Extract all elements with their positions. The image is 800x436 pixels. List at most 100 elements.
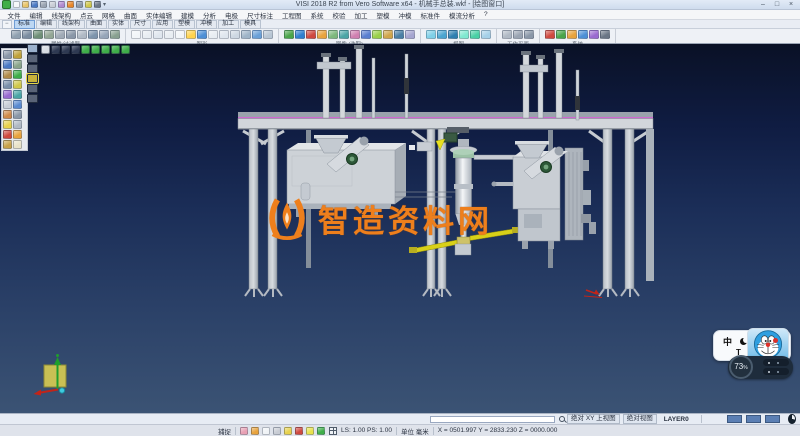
view-icon[interactable] bbox=[81, 45, 90, 54]
ribbon-icon[interactable] bbox=[306, 30, 316, 39]
dock-icon[interactable] bbox=[3, 130, 12, 139]
toolbar-tab[interactable]: 模具 bbox=[240, 20, 261, 29]
ribbon-icon[interactable] bbox=[383, 30, 393, 39]
strip-icon[interactable] bbox=[27, 94, 38, 103]
ribbon-icon[interactable] bbox=[437, 30, 447, 39]
ime-mini-button[interactable] bbox=[763, 368, 789, 375]
ribbon-icon[interactable] bbox=[252, 30, 262, 39]
ribbon-icon[interactable] bbox=[600, 30, 610, 39]
color-swatch[interactable] bbox=[746, 415, 761, 423]
ribbon-icon[interactable] bbox=[22, 30, 32, 39]
ribbon-icon[interactable] bbox=[459, 30, 469, 39]
dock-icon[interactable] bbox=[3, 100, 12, 109]
ribbon-icon[interactable] bbox=[339, 30, 349, 39]
toolbar-tab[interactable]: 冲模 bbox=[196, 20, 217, 29]
ribbon-icon[interactable] bbox=[219, 30, 229, 39]
quick-access-icon[interactable] bbox=[31, 1, 38, 8]
toolbar-tab[interactable]: 标准 bbox=[14, 20, 35, 29]
ribbon-icon[interactable] bbox=[426, 30, 436, 39]
ribbon-icon[interactable] bbox=[524, 30, 534, 39]
toolbar-tab[interactable]: 应用 bbox=[152, 20, 173, 29]
dock-icon[interactable] bbox=[13, 120, 22, 129]
strip-icon[interactable] bbox=[27, 84, 38, 93]
ribbon-icon[interactable] bbox=[545, 30, 555, 39]
ribbon-icon[interactable] bbox=[567, 30, 577, 39]
menu-item[interactable]: 冲模 bbox=[394, 10, 416, 20]
view-icon[interactable] bbox=[71, 45, 80, 54]
maximize-button[interactable]: □ bbox=[773, 0, 781, 9]
menu-item[interactable]: 分析 bbox=[199, 10, 221, 20]
ribbon-icon[interactable] bbox=[481, 30, 491, 39]
dock-icon[interactable] bbox=[13, 70, 22, 79]
ribbon-icon[interactable] bbox=[11, 30, 21, 39]
menu-item[interactable]: 文件 bbox=[3, 10, 25, 20]
quick-access-icon[interactable] bbox=[76, 1, 83, 8]
ribbon-icon[interactable] bbox=[470, 30, 480, 39]
ribbon-icon[interactable] bbox=[394, 30, 404, 39]
menu-item[interactable]: 电极 bbox=[221, 10, 243, 20]
view-icon[interactable] bbox=[121, 45, 130, 54]
snap-toggle-icon[interactable] bbox=[273, 427, 281, 435]
units-field[interactable]: 单位 毫米 bbox=[401, 426, 429, 436]
moon-icon[interactable] bbox=[740, 338, 747, 345]
snap-toggle-icon[interactable] bbox=[306, 427, 314, 435]
view-icon[interactable] bbox=[41, 45, 50, 54]
search-icon[interactable] bbox=[558, 415, 564, 423]
dock-icon[interactable] bbox=[3, 90, 12, 99]
dock-icon[interactable] bbox=[13, 130, 22, 139]
quick-access-icon[interactable] bbox=[13, 1, 20, 8]
ribbon-icon[interactable] bbox=[55, 30, 65, 39]
toolbar-tab[interactable]: 尺寸 bbox=[130, 20, 151, 29]
view-ref-field[interactable]: 绝对视图 bbox=[623, 414, 657, 424]
menu-item[interactable]: 网格 bbox=[98, 10, 120, 20]
ribbon-icon[interactable] bbox=[208, 30, 218, 39]
color-swatch[interactable] bbox=[765, 415, 780, 423]
view-icon[interactable] bbox=[61, 45, 70, 54]
strip-icon[interactable] bbox=[27, 74, 38, 83]
dock-icon[interactable] bbox=[13, 60, 22, 69]
view-icon[interactable] bbox=[111, 45, 120, 54]
color-swatch[interactable] bbox=[727, 415, 742, 423]
menu-item[interactable]: 点云 bbox=[76, 10, 98, 20]
menu-item[interactable]: 加工 bbox=[350, 10, 372, 20]
pie-indicator-icon[interactable] bbox=[788, 414, 796, 424]
toolbar-tab[interactable]: 曲面 bbox=[86, 20, 107, 29]
quick-access-icon[interactable] bbox=[58, 1, 65, 8]
ribbon-icon[interactable] bbox=[241, 30, 251, 39]
ribbon-icon[interactable] bbox=[99, 30, 109, 39]
menu-item[interactable]: 建模 bbox=[177, 10, 199, 20]
quick-access-icon[interactable] bbox=[22, 1, 29, 8]
ime-widget[interactable]: 73% bbox=[728, 356, 793, 379]
quick-access-icon[interactable] bbox=[49, 1, 56, 8]
menu-item[interactable]: 编辑 bbox=[25, 10, 47, 20]
snap-toggle-icon[interactable] bbox=[251, 427, 259, 435]
dock-icon[interactable] bbox=[3, 140, 12, 149]
layer-field[interactable]: LAYER0 bbox=[664, 416, 689, 423]
toolbar-tab[interactable]: 编辑 bbox=[36, 20, 57, 29]
ribbon-icon[interactable] bbox=[556, 30, 566, 39]
menu-item[interactable]: 塑模 bbox=[372, 10, 394, 20]
ribbon-icon[interactable] bbox=[263, 30, 273, 39]
ribbon-icon[interactable] bbox=[317, 30, 327, 39]
quick-access-icon[interactable] bbox=[85, 1, 92, 8]
menu-item[interactable]: 实体编辑 bbox=[142, 10, 177, 20]
ribbon-icon[interactable] bbox=[186, 30, 196, 39]
view-icon[interactable] bbox=[101, 45, 110, 54]
ribbon-icon[interactable] bbox=[142, 30, 152, 39]
view-mode-field[interactable]: 绝对 XY 上视图 bbox=[567, 414, 620, 424]
menu-item[interactable]: ? bbox=[480, 11, 493, 18]
menu-item[interactable]: 系统 bbox=[306, 10, 328, 20]
chevron-down-icon[interactable]: ▾ bbox=[103, 1, 106, 8]
dock-icon[interactable] bbox=[13, 50, 22, 59]
ribbon-icon[interactable] bbox=[328, 30, 338, 39]
dock-icon[interactable] bbox=[3, 110, 12, 119]
ribbon-icon[interactable] bbox=[589, 30, 599, 39]
menu-item[interactable]: 校验 bbox=[328, 10, 350, 20]
minimize-button[interactable]: – bbox=[759, 0, 767, 9]
menu-item[interactable]: 模流分析 bbox=[445, 10, 480, 20]
ime-language-button[interactable]: 中 bbox=[723, 335, 732, 348]
toolbar-tab[interactable]: 实体 bbox=[108, 20, 129, 29]
ribbon-icon[interactable] bbox=[131, 30, 141, 39]
ribbon-icon[interactable] bbox=[284, 30, 294, 39]
menu-item[interactable]: 线架构 bbox=[47, 10, 76, 20]
